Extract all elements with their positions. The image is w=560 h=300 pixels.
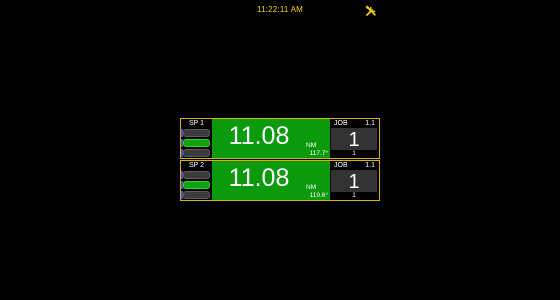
job-panel[interactable]: JOB 1.1 1 1 [330, 119, 379, 158]
status-bar-2-active [183, 181, 210, 189]
torque-value: 11.08 [228, 164, 290, 192]
torque-result-panel: 11.08 NM 117.7° [212, 119, 330, 158]
spindle-panel-1[interactable]: SP 1 11.08 NM 117.7° JOB 1.1 1 1 [180, 118, 380, 159]
angle-value: 119.6° [309, 192, 328, 199]
job-version: 1.1 [365, 120, 375, 127]
spindle-status-column: SP 2 [181, 161, 213, 200]
torque-unit: NM [306, 184, 317, 191]
torque-result-panel: 11.08 NM 119.6° [212, 161, 330, 200]
spindle-panel-2[interactable]: SP 2 11.08 NM 119.6° JOB 1.1 1 1 [180, 160, 380, 201]
job-number: 1 [331, 170, 377, 193]
status-bar-1 [183, 129, 210, 137]
spindle-status-column: SP 1 [181, 119, 213, 158]
torque-value: 11.08 [228, 122, 290, 150]
torque-unit: NM [306, 142, 317, 149]
job-number: 1 [331, 128, 377, 151]
clock-time: 11:22:11 AM [257, 5, 303, 14]
job-label: JOB [334, 120, 348, 127]
job-count: 1 [352, 150, 356, 157]
job-header: JOB 1.1 [332, 119, 378, 128]
status-bar-1 [183, 171, 210, 179]
status-bar-2-active [183, 139, 210, 147]
job-label: JOB [334, 162, 348, 169]
job-count: 1 [352, 192, 356, 199]
tools-icon[interactable] [365, 4, 377, 16]
spindle-label: SP 1 [188, 120, 205, 127]
spindle-label: SP 2 [188, 162, 205, 169]
status-bar-3 [183, 191, 210, 199]
angle-value: 117.7° [309, 150, 328, 157]
job-header: JOB 1.1 [332, 161, 378, 170]
job-version: 1.1 [365, 162, 375, 169]
job-panel[interactable]: JOB 1.1 1 1 [330, 161, 379, 200]
status-bar-3 [183, 149, 210, 157]
